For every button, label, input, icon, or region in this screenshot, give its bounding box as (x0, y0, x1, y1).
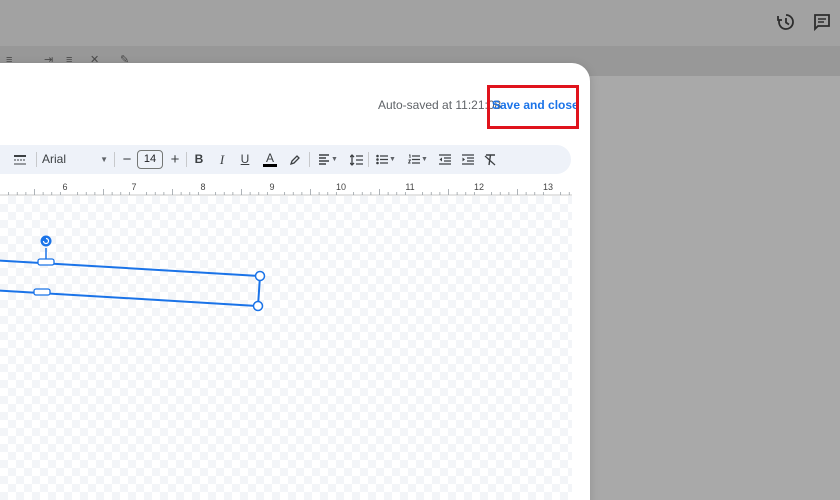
selected-text-box[interactable] (0, 230, 280, 320)
ruler-label: 12 (473, 182, 484, 192)
line-style-icon[interactable] (12, 151, 28, 168)
numbered-list-icon[interactable]: ▼ (405, 151, 431, 168)
ruler (0, 189, 572, 196)
font-size-input[interactable]: 14 (137, 150, 163, 169)
comment-icon (812, 12, 832, 32)
chevron-down-icon: ▼ (100, 155, 108, 164)
font-name: Arial (42, 152, 67, 166)
increase-font-size-icon[interactable]: + (168, 151, 182, 168)
text-color-letter: A (265, 151, 274, 165)
rotate-handle-icon[interactable] (40, 235, 52, 247)
ruler-label: 6 (62, 182, 68, 192)
bold-button[interactable]: B (192, 151, 206, 168)
ruler-label: 9 (269, 182, 275, 192)
italic-button[interactable]: I (215, 151, 229, 168)
chevron-down-icon-2: ▼ (331, 156, 338, 163)
resize-handle-top-right[interactable] (254, 270, 266, 282)
clear-formatting-icon[interactable] (482, 151, 498, 168)
resize-handle-bottom-right[interactable] (252, 300, 264, 312)
bulleted-list-icon[interactable]: ▼ (373, 151, 399, 168)
resize-handle-bottom[interactable] (33, 288, 51, 296)
chevron-down-icon-3: ▼ (389, 156, 396, 163)
toolbar-divider-2 (114, 152, 115, 167)
highlight-pen-icon[interactable] (287, 151, 303, 168)
decrease-font-size-icon[interactable]: − (120, 151, 134, 168)
ruler-label: 10 (335, 182, 346, 192)
text-color-button[interactable]: A (262, 151, 278, 168)
autosave-status: Auto-saved at 11:21:08 (378, 98, 502, 112)
ruler-label: 11 (405, 182, 415, 192)
decrease-indent-icon[interactable] (436, 151, 452, 168)
text-color-swatch (263, 164, 277, 167)
ruler-label: 8 (200, 182, 206, 192)
toolbar-divider-5 (368, 152, 369, 167)
highlight-box (487, 85, 579, 129)
line-spacing-icon[interactable] (348, 151, 364, 168)
text-box-border (0, 259, 262, 308)
font-select[interactable]: Arial ▼ (42, 151, 108, 168)
history-icon (776, 12, 796, 32)
docs-header-dimmed (0, 0, 840, 46)
ruler-label: 13 (542, 182, 553, 192)
toolbar-divider-4 (309, 152, 310, 167)
underline-button[interactable]: U (238, 151, 252, 168)
ruler-label: 7 (131, 182, 137, 192)
increase-indent-icon[interactable] (459, 151, 475, 168)
chevron-down-icon-4: ▼ (421, 156, 428, 163)
align-icon[interactable]: ▼ (316, 151, 340, 168)
resize-handle-top[interactable] (37, 258, 55, 266)
toolbar-divider (36, 152, 37, 167)
toolbar-divider-3 (186, 152, 187, 167)
